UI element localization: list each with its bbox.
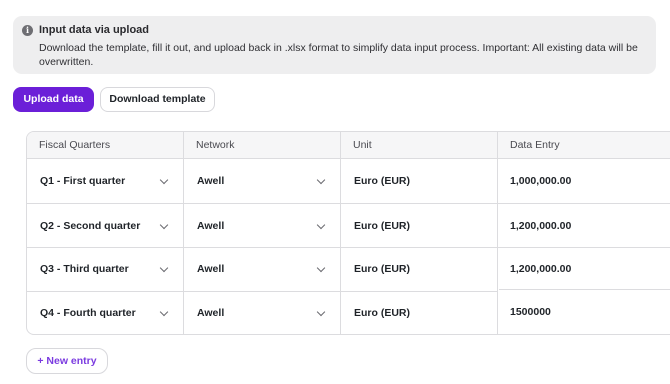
quarter-select-value: Q4 - Fourth quarter <box>40 307 136 319</box>
chevron-down-icon <box>316 220 326 230</box>
table-header: Fiscal Quarters Network Unit Data Entry <box>27 132 670 159</box>
network-select[interactable]: Awell <box>184 291 340 334</box>
network-select[interactable]: Awell <box>184 247 340 291</box>
download-template-button[interactable]: Download template <box>100 87 215 112</box>
data-entry-input[interactable]: 1,200,000.00 <box>498 247 670 291</box>
quarter-select[interactable]: Q4 - Fourth quarter <box>27 291 183 334</box>
info-banner: i Input data via upload Download the tem… <box>13 16 656 74</box>
data-table: Fiscal Quarters Network Unit Data Entry … <box>26 131 670 335</box>
upload-data-button[interactable]: Upload data <box>13 87 94 112</box>
chevron-down-icon <box>316 175 326 185</box>
header-data-entry: Data Entry <box>510 139 560 151</box>
chevron-down-icon <box>159 263 169 273</box>
quarter-select[interactable]: Q3 - Third quarter <box>27 247 183 291</box>
table-row: Q3 - Third quarter Awell Euro (EUR) 1,20… <box>27 247 670 291</box>
quarter-select[interactable]: Q2 - Second quarter <box>27 204 183 248</box>
quarter-select-value: Q2 - Second quarter <box>40 220 141 232</box>
header-unit: Unit <box>353 139 372 151</box>
data-entry-input[interactable]: 1,200,000.00 <box>498 204 670 248</box>
network-select-value: Awell <box>197 307 225 319</box>
chevron-down-icon <box>159 175 169 185</box>
network-select[interactable]: Awell <box>184 204 340 248</box>
unit-value: Euro (EUR) <box>354 220 410 232</box>
info-title: Input data via upload <box>39 24 150 36</box>
unit-value: Euro (EUR) <box>354 175 410 187</box>
info-text: Download the template, fill it out, and … <box>39 42 638 68</box>
table-row: Q1 - First quarter Awell Euro (EUR) 1,00… <box>27 159 670 203</box>
new-entry-button[interactable]: + New entry <box>26 348 108 374</box>
chevron-down-icon <box>159 307 169 317</box>
table-row: Q2 - Second quarter Awell Euro (EUR) 1,2… <box>27 204 670 248</box>
chevron-down-icon <box>159 220 169 230</box>
quarter-select-value: Q1 - First quarter <box>40 175 126 187</box>
info-icon: i <box>22 25 33 36</box>
network-select-value: Awell <box>197 220 225 232</box>
data-entry-input[interactable]: 1,000,000.00 <box>498 159 670 203</box>
data-entry-input[interactable]: 1500000 <box>498 290 670 334</box>
network-select-value: Awell <box>197 263 225 275</box>
unit-value: Euro (EUR) <box>354 307 410 319</box>
quarter-select[interactable]: Q1 - First quarter <box>27 159 183 203</box>
unit-value: Euro (EUR) <box>354 263 410 275</box>
chevron-down-icon <box>316 263 326 273</box>
header-network: Network <box>196 139 235 151</box>
chevron-down-icon <box>316 307 326 317</box>
network-select-value: Awell <box>197 175 225 187</box>
table-row: Q4 - Fourth quarter Awell Euro (EUR) 150… <box>27 290 670 334</box>
network-select[interactable]: Awell <box>184 159 340 203</box>
quarter-select-value: Q3 - Third quarter <box>40 263 129 275</box>
header-fiscal-quarters: Fiscal Quarters <box>39 139 111 151</box>
